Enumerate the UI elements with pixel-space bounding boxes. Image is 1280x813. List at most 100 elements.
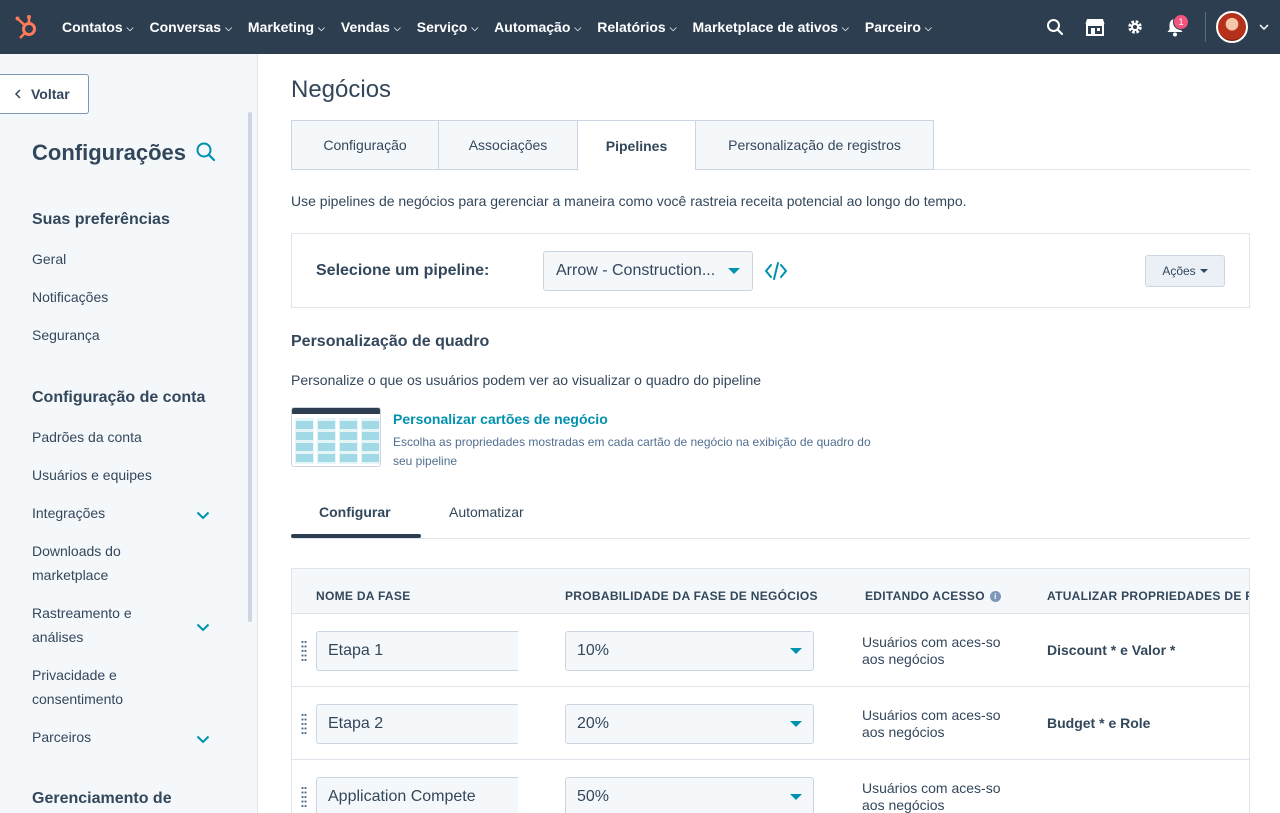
nav-item-label: Marketing [247, 19, 315, 35]
probability-select[interactable]: 20% [565, 704, 814, 744]
sidebar-item-padroes[interactable]: Padrões da conta [32, 425, 202, 449]
stage-name-input[interactable]: Etapa 2 [316, 704, 518, 744]
probability-value: 20% [577, 715, 610, 732]
chevron-down-icon[interactable] [1248, 0, 1280, 54]
chevron-down-icon: ⌵ [924, 22, 932, 33]
customize-deal-cards-description: Escolha as propriedades mostradas em cad… [393, 435, 871, 468]
object-tabs: Configuração Associações Pipelines Perso… [291, 120, 1250, 171]
column-header-probability[interactable]: PROBABILIDADE DA FASE DE NEGÓCIOS [565, 589, 818, 603]
nav-item-conversas[interactable]: Conversas ⌵ [142, 0, 240, 54]
chevron-down-icon: ⌵ [471, 22, 479, 33]
tab-configuracao[interactable]: Configuração [291, 120, 438, 170]
notification-badge: 1 [1173, 14, 1189, 30]
pipeline-select[interactable]: Arrow - Construction... [543, 251, 753, 291]
column-header-access[interactable]: EDITANDO ACESSO i [865, 589, 1001, 603]
caret-down-icon [1199, 269, 1208, 273]
sidebar-section-preferences: Suas preferências [32, 211, 170, 228]
pipeline-select-value: Arrow - Construction... [556, 262, 716, 279]
pipeline-label: Selecione um pipeline: [316, 262, 490, 279]
nav-item-automacao[interactable]: Automação ⌵ [486, 0, 589, 54]
column-header-update-properties[interactable]: ATUALIZAR PROPRIEDADES DE F [1047, 589, 1250, 603]
tab-pipelines[interactable]: Pipelines [577, 120, 695, 171]
nav-item-label: Automação [494, 19, 571, 35]
board-customization-title: Personalização de quadro [291, 333, 490, 350]
column-header-label: PROBABILIDADE DA FASE DE NEGÓCIOS [565, 589, 818, 603]
column-header-stage-name[interactable]: NOME DA FASE [316, 589, 411, 603]
drag-handle-icon[interactable] [301, 786, 307, 813]
marketplace-icon[interactable] [1075, 0, 1115, 54]
nav-item-label: Relatórios [597, 19, 666, 35]
sidebar-scrollbar[interactable] [248, 112, 252, 622]
sidebar-item-integracoes[interactable]: Integrações [32, 501, 202, 525]
gear-icon[interactable] [1115, 0, 1155, 54]
drag-handle-icon[interactable] [301, 640, 307, 667]
table-row: Etapa 1 10% Usuários com aces-so aos neg… [292, 614, 1249, 687]
back-button-label: Voltar [31, 86, 70, 102]
settings-sidebar: Voltar Configurações Suas preferências G… [0, 54, 258, 813]
embed-code-icon[interactable] [764, 261, 788, 286]
tab-personalizacao-registros[interactable]: Personalização de registros [695, 120, 934, 170]
stage-name-input[interactable]: Etapa 1 [316, 631, 518, 671]
tab-automatizar[interactable]: Automatizar [421, 490, 552, 534]
search-icon[interactable] [1035, 0, 1075, 54]
board-customization-description: Personalize o que os usuários podem ver … [291, 372, 762, 388]
sidebar-item-seguranca[interactable]: Segurança [32, 323, 202, 347]
stages-table: NOME DA FASE PROBABILIDADE DA FASE DE NE… [291, 568, 1250, 813]
info-icon[interactable]: i [989, 590, 1001, 602]
nav-right-tools: 1 [1035, 0, 1280, 54]
nav-item-label: Conversas [149, 19, 222, 35]
chevron-down-icon: ⌵ [842, 22, 849, 33]
nav-item-marketplace[interactable]: Marketplace de ativos ⌵ [685, 0, 857, 54]
pipeline-subtabs: Configurar Automatizar [291, 495, 1250, 539]
update-properties-link[interactable]: Budget * e Role [1047, 715, 1150, 731]
sidebar-item-rastreamento[interactable]: Rastreamento e análises [32, 601, 152, 649]
board-card-customization: Personalizar cartões de negócio Escolha … [291, 407, 891, 469]
stage-name-input[interactable]: Application Compete [316, 777, 518, 813]
nav-item-relatorios[interactable]: Relatórios ⌵ [589, 0, 684, 54]
caret-down-icon [728, 268, 740, 274]
nav-item-label: Marketplace de ativos [692, 19, 839, 35]
update-properties-link[interactable]: Discount * e Valor * [1047, 642, 1175, 658]
sidebar-title: Configurações [32, 140, 187, 165]
chevron-down-icon: ⌵ [126, 22, 134, 33]
nav-item-marketing[interactable]: Marketing ⌵ [240, 0, 333, 54]
pipelines-description: Use pipelines de negócios para gerenciar… [291, 193, 967, 209]
sidebar-section-account: Configuração de conta [32, 389, 206, 406]
nav-item-parceiro[interactable]: Parceiro ⌵ [857, 0, 940, 54]
bell-icon[interactable]: 1 [1155, 0, 1195, 54]
chevron-left-icon [14, 89, 21, 99]
editing-access-text: Usuários com aces-so aos negócios [862, 707, 1001, 740]
actions-button[interactable]: Ações [1145, 255, 1225, 287]
drag-handle-icon[interactable] [301, 713, 307, 740]
customize-deal-cards-link[interactable]: Personalizar cartões de negócio [393, 411, 608, 427]
sidebar-item-notificacoes[interactable]: Notificações [32, 285, 202, 309]
nav-item-servico[interactable]: Serviço ⌵ [409, 0, 486, 54]
sidebar-item-parceiros[interactable]: Parceiros [32, 725, 202, 749]
nav-item-label: Contatos [62, 19, 123, 35]
column-header-label: ATUALIZAR PROPRIEDADES DE F [1047, 589, 1250, 603]
chevron-down-icon[interactable] [196, 619, 210, 637]
avatar[interactable] [1216, 11, 1248, 43]
sidebar-item-downloads[interactable]: Downloads do marketplace [32, 539, 152, 587]
tab-associacoes[interactable]: Associações [438, 120, 577, 170]
nav-item-contatos[interactable]: Contatos ⌵ [54, 0, 142, 54]
actions-button-label: Ações [1162, 264, 1196, 278]
hubspot-logo-icon[interactable] [0, 0, 54, 54]
nav-item-vendas[interactable]: Vendas ⌵ [333, 0, 409, 54]
search-icon[interactable] [196, 142, 216, 167]
table-row: Etapa 2 20% Usuários com aces-so aos neg… [292, 687, 1249, 760]
probability-value: 50% [577, 788, 610, 805]
probability-select[interactable]: 10% [565, 631, 814, 671]
chevron-down-icon: ⌵ [574, 22, 582, 33]
chevron-down-icon[interactable] [196, 731, 210, 749]
tab-configurar[interactable]: Configurar [291, 490, 421, 538]
caret-down-icon [790, 794, 802, 800]
nav-item-label: Parceiro [864, 19, 921, 35]
sidebar-item-privacidade[interactable]: Privacidade e consentimento [32, 663, 152, 711]
sidebar-item-geral[interactable]: Geral [32, 247, 202, 271]
back-button[interactable]: Voltar [0, 74, 89, 114]
chevron-down-icon[interactable] [196, 507, 210, 525]
chevron-down-icon: ⌵ [318, 22, 325, 33]
sidebar-item-usuarios[interactable]: Usuários e equipes [32, 463, 202, 487]
probability-select[interactable]: 50% [565, 777, 814, 813]
